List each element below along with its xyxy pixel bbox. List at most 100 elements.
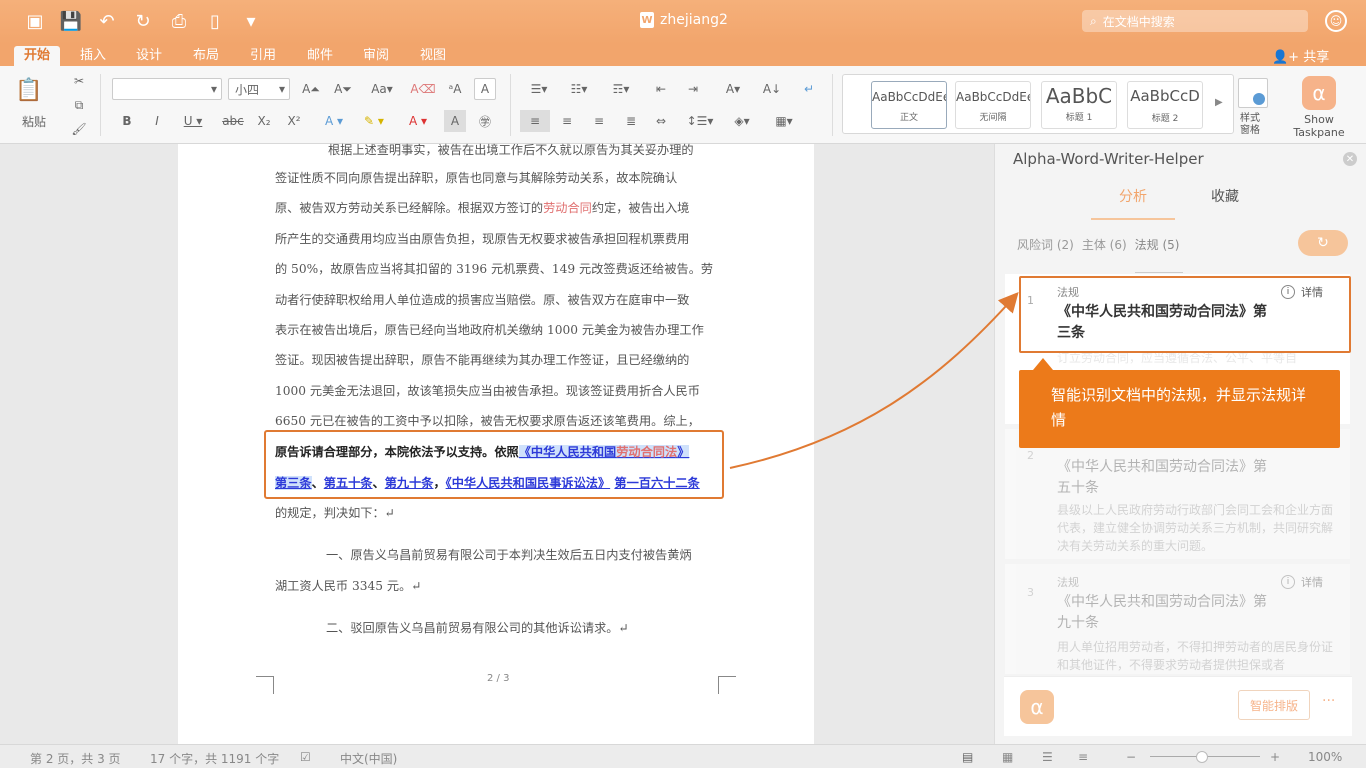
align-center-icon[interactable]: ≡ xyxy=(554,110,580,132)
undo-icon[interactable]: ↶ xyxy=(96,10,118,32)
doc-line: 表示在被告出境后，原告已经向当地政府机关缴纳 1000 元美金为被告办理工作 xyxy=(275,323,704,337)
zoom-in-button[interactable]: + xyxy=(1270,750,1280,764)
shading-icon[interactable]: ◈▾ xyxy=(724,110,760,132)
doc-line: 动者行使辞职权给用人单位造成的损害应当赔偿。原、被告双方在庭审中一致 xyxy=(275,293,690,307)
law-card-1[interactable]: 1 法规 i 详情 《中华人民共和国劳动合同法》第三条 xyxy=(1019,276,1351,353)
highlight-icon[interactable]: ✎ ▾ xyxy=(356,110,392,132)
style-no-spacing[interactable]: AaBbCcDdEe 无间隔 xyxy=(955,81,1031,129)
draft-icon[interactable]: ≡ xyxy=(1078,750,1088,764)
shrink-font-icon[interactable]: A⏷ xyxy=(330,78,356,100)
tab-favorites[interactable]: 收藏 xyxy=(1211,186,1239,206)
paste-icon[interactable]: 📋 xyxy=(14,72,44,108)
font-size-select[interactable]: 小四 ▾ xyxy=(228,78,290,100)
bullets-icon[interactable]: ☰▾ xyxy=(522,78,556,100)
tab-layout[interactable]: 布局 xyxy=(183,46,229,66)
align-left-icon[interactable]: ≡ xyxy=(520,110,550,132)
tab-review[interactable]: 审阅 xyxy=(353,46,399,66)
status-bar: 第 2 页，共 3 页 17 个字，共 1191 个字 ☑ 中文(中国) ▤ ▦… xyxy=(0,744,1366,768)
grow-font-icon[interactable]: A⏶ xyxy=(298,78,324,100)
style-normal[interactable]: AaBbCcDdEe 正文 xyxy=(871,81,947,129)
font-color-icon[interactable]: A ▾ xyxy=(398,110,438,132)
superscript-icon[interactable]: X² xyxy=(282,110,306,132)
styles-more-icon[interactable]: ▶ xyxy=(1215,97,1223,108)
alpha-logo-icon[interactable]: α xyxy=(1302,76,1336,110)
show-marks-icon[interactable]: ↵ xyxy=(796,78,822,100)
close-icon[interactable]: ✕ xyxy=(1343,152,1357,166)
more-icon[interactable]: ··· xyxy=(1322,693,1335,709)
borders-icon[interactable]: ▦▾ xyxy=(764,110,804,132)
feedback-smiley-icon[interactable]: ☺ xyxy=(1325,10,1347,32)
customize-icon[interactable]: ▾ xyxy=(240,10,262,32)
paste-label[interactable]: 粘贴 xyxy=(14,110,54,132)
law-card-2[interactable]: 2 《中华人民共和国劳动合同法》第五十条 县级以上人民政府劳动行政部门会同工会和… xyxy=(1005,429,1350,559)
proofing-icon[interactable]: ☑ xyxy=(300,750,311,764)
font-name-select[interactable]: ▾ xyxy=(112,78,222,100)
format-painter-icon[interactable]: 🖌 xyxy=(68,118,90,140)
language[interactable]: 中文(中国) xyxy=(340,750,397,767)
line-spacing-icon[interactable]: ↕☰▾ xyxy=(682,110,718,132)
justify-icon[interactable]: ≣ xyxy=(618,110,644,132)
sidebar-icon[interactable]: ▣ xyxy=(24,10,46,32)
char-shading-icon[interactable]: A xyxy=(444,110,466,132)
info-icon: i xyxy=(1281,285,1295,299)
tab-insert[interactable]: 插入 xyxy=(70,46,116,66)
increase-indent-icon[interactable]: ⇥ xyxy=(680,78,706,100)
subscript-icon[interactable]: X₂ xyxy=(252,110,276,132)
new-doc-icon[interactable]: ▯ xyxy=(204,10,226,32)
tab-design[interactable]: 设计 xyxy=(126,46,172,66)
tab-references[interactable]: 引用 xyxy=(240,46,286,66)
strikethrough-icon[interactable]: abc xyxy=(218,110,248,132)
share-button[interactable]: 👤+ 共享 xyxy=(1272,46,1329,65)
print-layout-icon[interactable]: ▤ xyxy=(962,750,973,764)
style-heading-2[interactable]: AaBbCcD 标题 2 xyxy=(1127,81,1203,129)
style-pane-label[interactable]: 样式 窗格 xyxy=(1240,113,1260,137)
outline-icon[interactable]: ☰ xyxy=(1042,750,1053,764)
zoom-level[interactable]: 100% xyxy=(1308,750,1342,764)
align-right-icon[interactable]: ≡ xyxy=(586,110,612,132)
smart-layout-button[interactable]: 智能排版 xyxy=(1238,690,1310,720)
show-taskpane-button[interactable]: Show Taskpane xyxy=(1290,113,1348,139)
tab-view[interactable]: 视图 xyxy=(410,46,456,66)
zoom-out-button[interactable]: − xyxy=(1126,750,1136,764)
zoom-slider-handle[interactable] xyxy=(1196,751,1208,763)
alpha-logo-icon[interactable]: α xyxy=(1020,690,1054,724)
copy-icon[interactable]: ⧉ xyxy=(68,94,90,116)
word-doc-icon: W xyxy=(640,12,654,28)
print-icon[interactable]: ⎙ xyxy=(168,10,190,32)
underline-icon[interactable]: U ▾ xyxy=(176,110,210,132)
italic-icon[interactable]: I xyxy=(146,110,168,132)
redo-icon[interactable]: ↻ xyxy=(132,10,154,32)
detail-link[interactable]: i 详情 xyxy=(1281,284,1323,300)
read-mode-icon[interactable]: ▦ xyxy=(1002,750,1013,764)
style-pane-icon[interactable] xyxy=(1238,78,1268,108)
numbering-icon[interactable]: ☷▾ xyxy=(562,78,596,100)
enclose-char-icon[interactable]: ㊫ xyxy=(474,110,496,132)
page-count[interactable]: 第 2 页，共 3 页 xyxy=(30,750,121,767)
subtab-risk-words[interactable]: 风险词 (2) xyxy=(1017,236,1074,253)
change-case-icon[interactable]: Aa▾ xyxy=(364,78,400,100)
refresh-icon[interactable]: ↻ xyxy=(1298,230,1348,256)
sort-icon[interactable]: A↓ xyxy=(758,78,786,100)
bold-icon[interactable]: B xyxy=(116,110,138,132)
style-heading-1[interactable]: AaBbC 标题 1 xyxy=(1041,81,1117,129)
cut-icon[interactable]: ✂ xyxy=(68,70,90,92)
text-effects-icon[interactable]: A ▾ xyxy=(316,110,352,132)
phonetic-guide-icon[interactable]: ᵃA xyxy=(442,78,468,100)
char-border-icon[interactable]: A xyxy=(474,78,496,100)
word-count[interactable]: 17 个字，共 1191 个字 xyxy=(150,750,279,767)
tab-mailings[interactable]: 邮件 xyxy=(297,46,343,66)
law-card-3[interactable]: 3 法规 i 详情 《中华人民共和国劳动合同法》第九十条 用人单位招用劳动者，不得… xyxy=(1005,564,1350,674)
subtab-entities[interactable]: 主体 (6) xyxy=(1082,236,1127,253)
asian-layout-icon[interactable]: A▾ xyxy=(716,78,750,100)
multilevel-list-icon[interactable]: ☶▾ xyxy=(604,78,638,100)
distribute-icon[interactable]: ⇔ xyxy=(648,110,674,132)
save-icon[interactable]: 💾 xyxy=(60,10,82,32)
tab-home[interactable]: 开始 xyxy=(14,46,61,66)
decrease-indent-icon[interactable]: ⇤ xyxy=(648,78,674,100)
tab-analysis[interactable]: 分析 xyxy=(1119,186,1147,206)
subtab-laws[interactable]: 法规 (5) xyxy=(1135,236,1180,253)
clear-format-icon[interactable]: A⌫ xyxy=(410,78,436,100)
detail-link[interactable]: i 详情 xyxy=(1281,574,1323,590)
search-input[interactable]: ⌕ 在文档中搜索 xyxy=(1082,10,1308,32)
title-bar: ▣ 💾 ↶ ↻ ⎙ ▯ ▾ W zhejiang2 ⌕ 在文档中搜索 ☺ xyxy=(0,0,1366,44)
